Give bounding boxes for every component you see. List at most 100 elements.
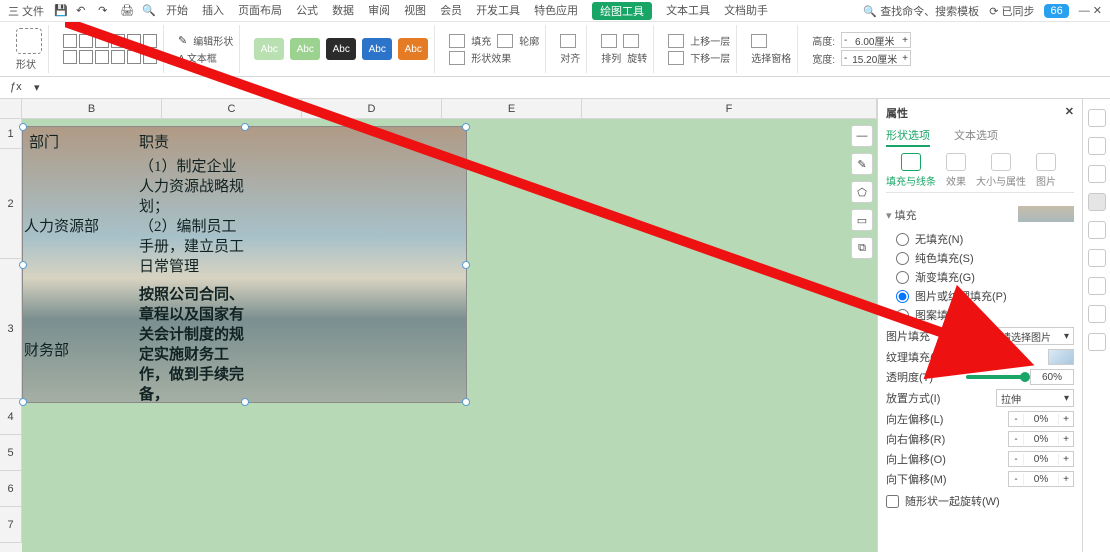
pane-tab-shape[interactable]: 形状选项 [886,127,930,147]
style-preset-1[interactable]: Abc [254,38,284,60]
row-1[interactable]: 1 [0,119,22,149]
bringfwd-icon[interactable] [668,34,684,48]
tab-dev[interactable]: 开发工具 [476,2,520,20]
radio-nofill[interactable]: 无填充(N) [896,231,1074,247]
rail-select-icon[interactable] [1088,109,1106,127]
tab-layout[interactable]: 页面布局 [238,2,282,20]
rail-download-icon[interactable] [1088,277,1106,295]
fx-icon[interactable]: ƒx [10,81,24,95]
handle-br[interactable] [462,398,470,406]
height-spin[interactable]: -6.00厘米+ [841,32,911,48]
style-preset-4[interactable]: Abc [362,38,392,60]
float-copy[interactable]: ⧉ [851,237,873,259]
tab-feature[interactable]: 特色应用 [534,2,578,20]
tab-formula[interactable]: 公式 [296,2,318,20]
row-5[interactable]: 5 [0,435,22,471]
rotate-drop[interactable]: 旋转 [627,50,647,65]
tab-dochelper[interactable]: 文档助手 [724,2,768,20]
redo-icon[interactable]: ↷ [98,4,112,18]
bring-forward[interactable]: 上移一层 [690,33,730,48]
tab-texttools[interactable]: 文本工具 [666,2,710,20]
section-fill[interactable]: 填充 [886,207,917,223]
rail-backup-icon[interactable] [1088,249,1106,267]
undo-icon[interactable]: ↶ [76,4,90,18]
window-controls[interactable]: — ✕ [1079,4,1102,17]
handle-t[interactable] [241,123,249,131]
align-icon[interactable] [560,34,576,48]
preview-icon[interactable]: 🔍 [142,4,156,18]
picfill-select[interactable]: 请选择图片▾ [996,327,1074,345]
align-drop[interactable]: 对齐 [560,50,580,65]
print-icon[interactable]: 🖨 [120,4,134,18]
effects-icon[interactable] [449,51,465,65]
width-spin[interactable]: -15.20厘米+ [841,50,911,66]
sheet-canvas[interactable]: 部门 职责 （1）制定企业人力资源战略规划； （2）编制员工手册，建立员工日常管… [22,119,877,552]
handle-tr[interactable] [462,123,470,131]
subtab-size[interactable]: 大小与属性 [976,153,1026,188]
fill-preview[interactable] [1018,206,1074,222]
textbox-btn[interactable]: A 文本框 [178,50,217,65]
rail-help-icon[interactable] [1088,305,1106,323]
col-c[interactable]: C [162,99,302,118]
shape-gallery[interactable] [63,34,157,64]
pane-tab-text[interactable]: 文本选项 [954,127,998,147]
selectall-corner[interactable] [0,99,22,118]
subtab-fill[interactable]: 填充与线条 [886,153,936,188]
rail-chart-icon[interactable] [1088,165,1106,183]
send-backward[interactable]: 下移一层 [690,50,730,65]
pane-close[interactable]: ✕ [1065,105,1074,121]
fill-drop[interactable]: 填充 [471,33,491,48]
col-f[interactable]: F [582,99,877,118]
handle-bl[interactable] [19,398,27,406]
selection-pane[interactable]: 选择窗格 [751,50,791,65]
tab-insert[interactable]: 插入 [202,2,224,20]
sendback-icon[interactable] [668,51,684,65]
subtab-picture[interactable]: 图片 [1036,153,1056,188]
row-4[interactable]: 4 [0,399,22,435]
trans-slider[interactable] [966,375,1026,379]
rail-style-icon[interactable] [1088,137,1106,155]
float-collapse[interactable]: — [851,125,873,147]
rail-more-icon[interactable] [1088,333,1106,351]
rotate-checkbox[interactable]: 随形状一起旋转(W) [886,493,1074,509]
off-bottom-stepper[interactable]: -0%+ [1008,471,1074,487]
rail-analyze-icon[interactable] [1088,221,1106,239]
trans-value[interactable]: 60% [1030,369,1074,385]
radio-solid[interactable]: 纯色填充(S) [896,250,1074,266]
sync-status[interactable]: ⟳ 已同步 [989,3,1034,19]
effects-drop[interactable]: 形状效果 [471,50,511,65]
arrange-drop[interactable]: 排列 [601,50,621,65]
col-b[interactable]: B [22,99,162,118]
edit-shape[interactable]: 编辑形状 [193,33,233,48]
shape-insert-icon[interactable] [16,28,42,54]
selpane-icon[interactable] [751,34,767,48]
off-left-stepper[interactable]: -0%+ [1008,411,1074,427]
outline-drop[interactable]: 轮廓 [519,33,539,48]
outline-icon[interactable] [497,34,513,48]
style-preset-3[interactable]: Abc [326,38,356,60]
avatar[interactable]: 66 [1044,4,1068,18]
float-rect[interactable]: ▭ [851,209,873,231]
float-edit[interactable]: ✎ [851,153,873,175]
fill-icon[interactable] [449,34,465,48]
edit-shape-icon[interactable]: ✎ [178,34,187,47]
handle-tl[interactable] [19,123,27,131]
rail-property-icon[interactable] [1088,193,1106,211]
texture-swatch[interactable] [1048,349,1074,365]
col-d[interactable]: D [302,99,442,118]
tile-select[interactable]: 拉伸▾ [996,389,1074,407]
style-preset-2[interactable]: Abc [290,38,320,60]
tab-drawing[interactable]: 绘图工具 [592,2,652,20]
file-menu[interactable]: 三 文件 [8,3,44,19]
save-icon[interactable]: 💾 [54,4,68,18]
tab-member[interactable]: 会员 [440,2,462,20]
handle-r[interactable] [462,261,470,269]
spreadsheet[interactable]: B C D E F 1 2 3 4 5 6 7 [0,99,877,552]
tab-review[interactable]: 审阅 [368,2,390,20]
handle-l[interactable] [19,261,27,269]
subtab-effects[interactable]: 效果 [946,153,966,188]
float-shape[interactable]: ⬠ [851,181,873,203]
arrange-icon[interactable] [601,34,617,48]
radio-pattern[interactable]: 图案填充(A) [896,307,1074,323]
search-box[interactable]: 🔍 查找命令、搜索模板 [863,3,979,19]
